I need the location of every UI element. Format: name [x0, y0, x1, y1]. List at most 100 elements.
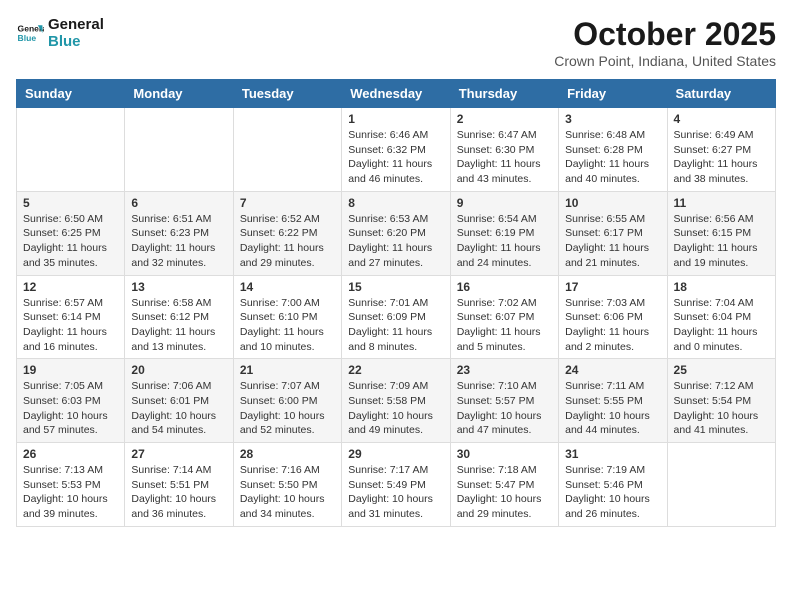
day-cell: 29Sunrise: 7:17 AM Sunset: 5:49 PM Dayli… [342, 443, 450, 527]
day-info: Sunrise: 6:50 AM Sunset: 6:25 PM Dayligh… [23, 212, 118, 271]
day-cell: 28 Sunrise: 7:16 AM Sunset: 5:50 PM Dayli… [233, 443, 341, 527]
day-info: Sunrise: 7:06 AM Sunset: 6:01 PM Dayligh… [131, 379, 226, 438]
day-number: 20 [131, 363, 226, 377]
day-cell: 5Sunrise: 6:50 AM Sunset: 6:25 PM Daylig… [17, 191, 125, 275]
page-header: General Blue General Blue October 2025 C… [16, 16, 776, 69]
day-info: Sunrise: 6:46 AM Sunset: 6:32 PM Dayligh… [348, 128, 443, 187]
day-info: Sunrise: 6:57 AM Sunset: 6:14 PM Dayligh… [23, 296, 118, 355]
day-info: Sunrise: 6:54 AM Sunset: 6:19 PM Dayligh… [457, 212, 552, 271]
day-info: Sunrise: 7:04 AM Sunset: 6:04 PM Dayligh… [674, 296, 769, 355]
day-number: 9 [457, 196, 552, 210]
day-info: Sunrise: 6:55 AM Sunset: 6:17 PM Dayligh… [565, 212, 660, 271]
day-number: 19 [23, 363, 118, 377]
week-row-1: 1Sunrise: 6:46 AM Sunset: 6:32 PM Daylig… [17, 108, 776, 192]
day-info: Sunrise: 7:18 AM Sunset: 5:47 PM Dayligh… [457, 463, 552, 522]
day-cell: 26 Sunrise: 7:13 AM Sunset: 5:53 PM Dayli… [17, 443, 125, 527]
day-number: 15 [348, 280, 443, 294]
week-row-5: 26 Sunrise: 7:13 AM Sunset: 5:53 PM Dayli… [17, 443, 776, 527]
day-cell: 4 Sunrise: 6:49 AM Sunset: 6:27 PM Daylig… [667, 108, 775, 192]
day-cell: 1Sunrise: 6:46 AM Sunset: 6:32 PM Daylig… [342, 108, 450, 192]
day-cell: 31Sunrise: 7:19 AM Sunset: 5:46 PM Dayli… [559, 443, 667, 527]
title-section: October 2025 Crown Point, Indiana, Unite… [554, 16, 776, 69]
day-info: Sunrise: 6:49 AM Sunset: 6:27 PM Dayligh… [674, 128, 769, 187]
day-number: 2 [457, 112, 552, 126]
day-number: 26 [23, 447, 118, 461]
day-number: 14 [240, 280, 335, 294]
weekday-header-tuesday: Tuesday [233, 80, 341, 108]
day-cell: 18 Sunrise: 7:04 AM Sunset: 6:04 PM Dayli… [667, 275, 775, 359]
day-cell: 9 Sunrise: 6:54 AM Sunset: 6:19 PM Daylig… [450, 191, 558, 275]
weekday-header-friday: Friday [559, 80, 667, 108]
day-cell: 20 Sunrise: 7:06 AM Sunset: 6:01 PM Dayli… [125, 359, 233, 443]
day-cell [667, 443, 775, 527]
day-info: Sunrise: 6:53 AM Sunset: 6:20 PM Dayligh… [348, 212, 443, 271]
day-info: Sunrise: 7:07 AM Sunset: 6:00 PM Dayligh… [240, 379, 335, 438]
day-number: 30 [457, 447, 552, 461]
day-number: 22 [348, 363, 443, 377]
day-number: 4 [674, 112, 769, 126]
weekday-header-thursday: Thursday [450, 80, 558, 108]
day-number: 24 [565, 363, 660, 377]
day-info: Sunrise: 6:51 AM Sunset: 6:23 PM Dayligh… [131, 212, 226, 271]
day-info: Sunrise: 6:58 AM Sunset: 6:12 PM Dayligh… [131, 296, 226, 355]
day-cell: 10 Sunrise: 6:55 AM Sunset: 6:17 PM Dayli… [559, 191, 667, 275]
month-title: October 2025 [554, 16, 776, 53]
day-cell: 11 Sunrise: 6:56 AM Sunset: 6:15 PM Dayli… [667, 191, 775, 275]
week-row-2: 5Sunrise: 6:50 AM Sunset: 6:25 PM Daylig… [17, 191, 776, 275]
logo-line1: General [48, 16, 104, 33]
day-cell [233, 108, 341, 192]
logo-icon: General Blue [16, 19, 44, 47]
location: Crown Point, Indiana, United States [554, 53, 776, 69]
weekday-header-row: SundayMondayTuesdayWednesdayThursdayFrid… [17, 80, 776, 108]
day-info: Sunrise: 7:05 AM Sunset: 6:03 PM Dayligh… [23, 379, 118, 438]
day-info: Sunrise: 6:47 AM Sunset: 6:30 PM Dayligh… [457, 128, 552, 187]
day-cell: 6 Sunrise: 6:51 AM Sunset: 6:23 PM Daylig… [125, 191, 233, 275]
day-number: 10 [565, 196, 660, 210]
day-info: Sunrise: 7:13 AM Sunset: 5:53 PM Dayligh… [23, 463, 118, 522]
day-cell: 25Sunrise: 7:12 AM Sunset: 5:54 PM Dayli… [667, 359, 775, 443]
day-cell: 12Sunrise: 6:57 AM Sunset: 6:14 PM Dayli… [17, 275, 125, 359]
day-cell: 2 Sunrise: 6:47 AM Sunset: 6:30 PM Daylig… [450, 108, 558, 192]
weekday-header-saturday: Saturday [667, 80, 775, 108]
day-cell: 8 Sunrise: 6:53 AM Sunset: 6:20 PM Daylig… [342, 191, 450, 275]
week-row-4: 19 Sunrise: 7:05 AM Sunset: 6:03 PM Dayli… [17, 359, 776, 443]
svg-text:Blue: Blue [18, 33, 37, 43]
logo-line2: Blue [48, 33, 104, 50]
day-number: 31 [565, 447, 660, 461]
day-info: Sunrise: 7:09 AM Sunset: 5:58 PM Dayligh… [348, 379, 443, 438]
day-cell: 19 Sunrise: 7:05 AM Sunset: 6:03 PM Dayli… [17, 359, 125, 443]
day-info: Sunrise: 7:10 AM Sunset: 5:57 PM Dayligh… [457, 379, 552, 438]
day-info: Sunrise: 7:16 AM Sunset: 5:50 PM Dayligh… [240, 463, 335, 522]
day-info: Sunrise: 6:56 AM Sunset: 6:15 PM Dayligh… [674, 212, 769, 271]
day-number: 23 [457, 363, 552, 377]
day-number: 8 [348, 196, 443, 210]
day-number: 7 [240, 196, 335, 210]
day-number: 29 [348, 447, 443, 461]
day-cell: 14Sunrise: 7:00 AM Sunset: 6:10 PM Dayli… [233, 275, 341, 359]
day-cell: 15Sunrise: 7:01 AM Sunset: 6:09 PM Dayli… [342, 275, 450, 359]
day-info: Sunrise: 6:48 AM Sunset: 6:28 PM Dayligh… [565, 128, 660, 187]
day-number: 3 [565, 112, 660, 126]
day-info: Sunrise: 7:12 AM Sunset: 5:54 PM Dayligh… [674, 379, 769, 438]
day-number: 6 [131, 196, 226, 210]
weekday-header-wednesday: Wednesday [342, 80, 450, 108]
day-number: 18 [674, 280, 769, 294]
day-cell: 24Sunrise: 7:11 AM Sunset: 5:55 PM Dayli… [559, 359, 667, 443]
day-cell: 30 Sunrise: 7:18 AM Sunset: 5:47 PM Dayli… [450, 443, 558, 527]
day-cell: 13 Sunrise: 6:58 AM Sunset: 6:12 PM Dayli… [125, 275, 233, 359]
day-cell: 3 Sunrise: 6:48 AM Sunset: 6:28 PM Daylig… [559, 108, 667, 192]
day-cell: 16 Sunrise: 7:02 AM Sunset: 6:07 PM Dayli… [450, 275, 558, 359]
day-number: 28 [240, 447, 335, 461]
weekday-header-monday: Monday [125, 80, 233, 108]
day-number: 13 [131, 280, 226, 294]
week-row-3: 12Sunrise: 6:57 AM Sunset: 6:14 PM Dayli… [17, 275, 776, 359]
day-number: 11 [674, 196, 769, 210]
day-cell: 21Sunrise: 7:07 AM Sunset: 6:00 PM Dayli… [233, 359, 341, 443]
day-info: Sunrise: 7:02 AM Sunset: 6:07 PM Dayligh… [457, 296, 552, 355]
logo: General Blue General Blue [16, 16, 104, 51]
day-number: 16 [457, 280, 552, 294]
day-cell: 27Sunrise: 7:14 AM Sunset: 5:51 PM Dayli… [125, 443, 233, 527]
day-number: 17 [565, 280, 660, 294]
day-cell [17, 108, 125, 192]
calendar: SundayMondayTuesdayWednesdayThursdayFrid… [16, 79, 776, 527]
